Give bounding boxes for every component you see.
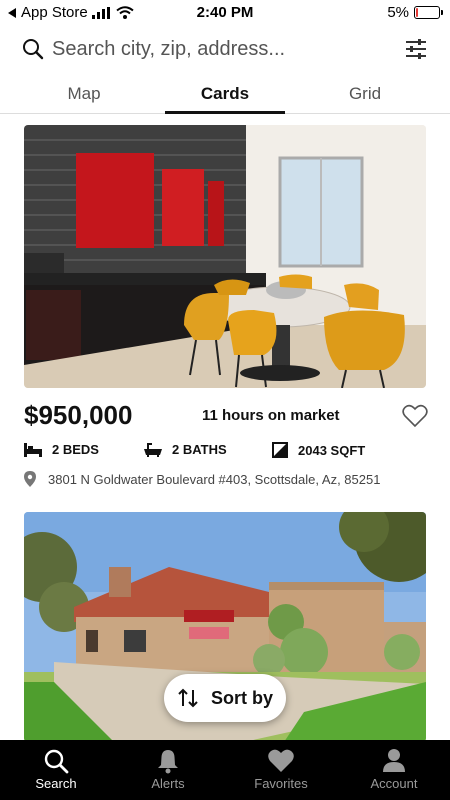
tab-map[interactable]: Map — [24, 84, 144, 114]
listing-price: $950,000 — [24, 400, 133, 430]
heart-icon — [268, 749, 294, 772]
nav-search[interactable]: Search — [0, 746, 112, 791]
bottom-navigation: Search Alerts Favorites Account — [0, 740, 450, 800]
listing-address: 3801 N Goldwater Boulevard #403, Scottsd… — [48, 471, 381, 487]
battery-percent: 5% — [387, 4, 409, 21]
baths-count: 2 BATHS — [172, 442, 227, 457]
battery-icon — [414, 6, 443, 19]
bell-icon — [158, 750, 178, 774]
search-icon — [23, 39, 44, 60]
bathtub-icon — [144, 442, 162, 457]
bed-icon — [24, 442, 42, 457]
battery-fill — [416, 8, 418, 17]
nav-account-label: Account — [370, 776, 418, 791]
sort-by-label: Sort by — [210, 687, 273, 708]
filter-sliders-icon[interactable] — [404, 37, 428, 61]
nav-search-label: Search — [35, 776, 77, 791]
dining-room-image — [24, 125, 426, 388]
time-on-market: 11 hours on market — [202, 407, 340, 424]
nav-favorites-label: Favorites — [254, 776, 308, 791]
view-tabs: Map Cards Grid — [0, 80, 450, 114]
sort-by-button[interactable]: Sort by — [164, 674, 286, 722]
nav-alerts[interactable]: Alerts — [112, 746, 224, 791]
tab-grid[interactable]: Grid — [305, 84, 425, 114]
person-icon — [383, 749, 405, 772]
search-input[interactable]: Search city, zip, address... — [52, 38, 285, 61]
nav-account[interactable]: Account — [338, 746, 450, 791]
listing-photo[interactable] — [24, 125, 426, 388]
square-footage-icon — [272, 442, 288, 458]
status-bar: App Store 2:40 PM 5% — [0, 0, 450, 24]
beds-count: 2 BEDS — [52, 442, 99, 457]
nav-alerts-label: Alerts — [151, 776, 185, 791]
listing-address-row[interactable]: 3801 N Goldwater Boulevard #403, Scottsd… — [24, 471, 380, 487]
search-bar[interactable]: Search city, zip, address... — [0, 28, 450, 72]
clock: 2:40 PM — [196, 4, 254, 21]
nav-favorites[interactable]: Favorites — [225, 746, 337, 791]
tab-cards[interactable]: Cards — [165, 84, 285, 114]
location-pin-icon — [24, 471, 36, 487]
search-icon — [44, 749, 69, 774]
favorite-heart-icon[interactable] — [402, 404, 428, 428]
sort-arrows-icon — [178, 688, 198, 708]
square-footage: 2043 SQFT — [298, 442, 366, 458]
listing-specs: 2 BEDS 2 BATHS 2043 SQFT — [24, 442, 434, 462]
